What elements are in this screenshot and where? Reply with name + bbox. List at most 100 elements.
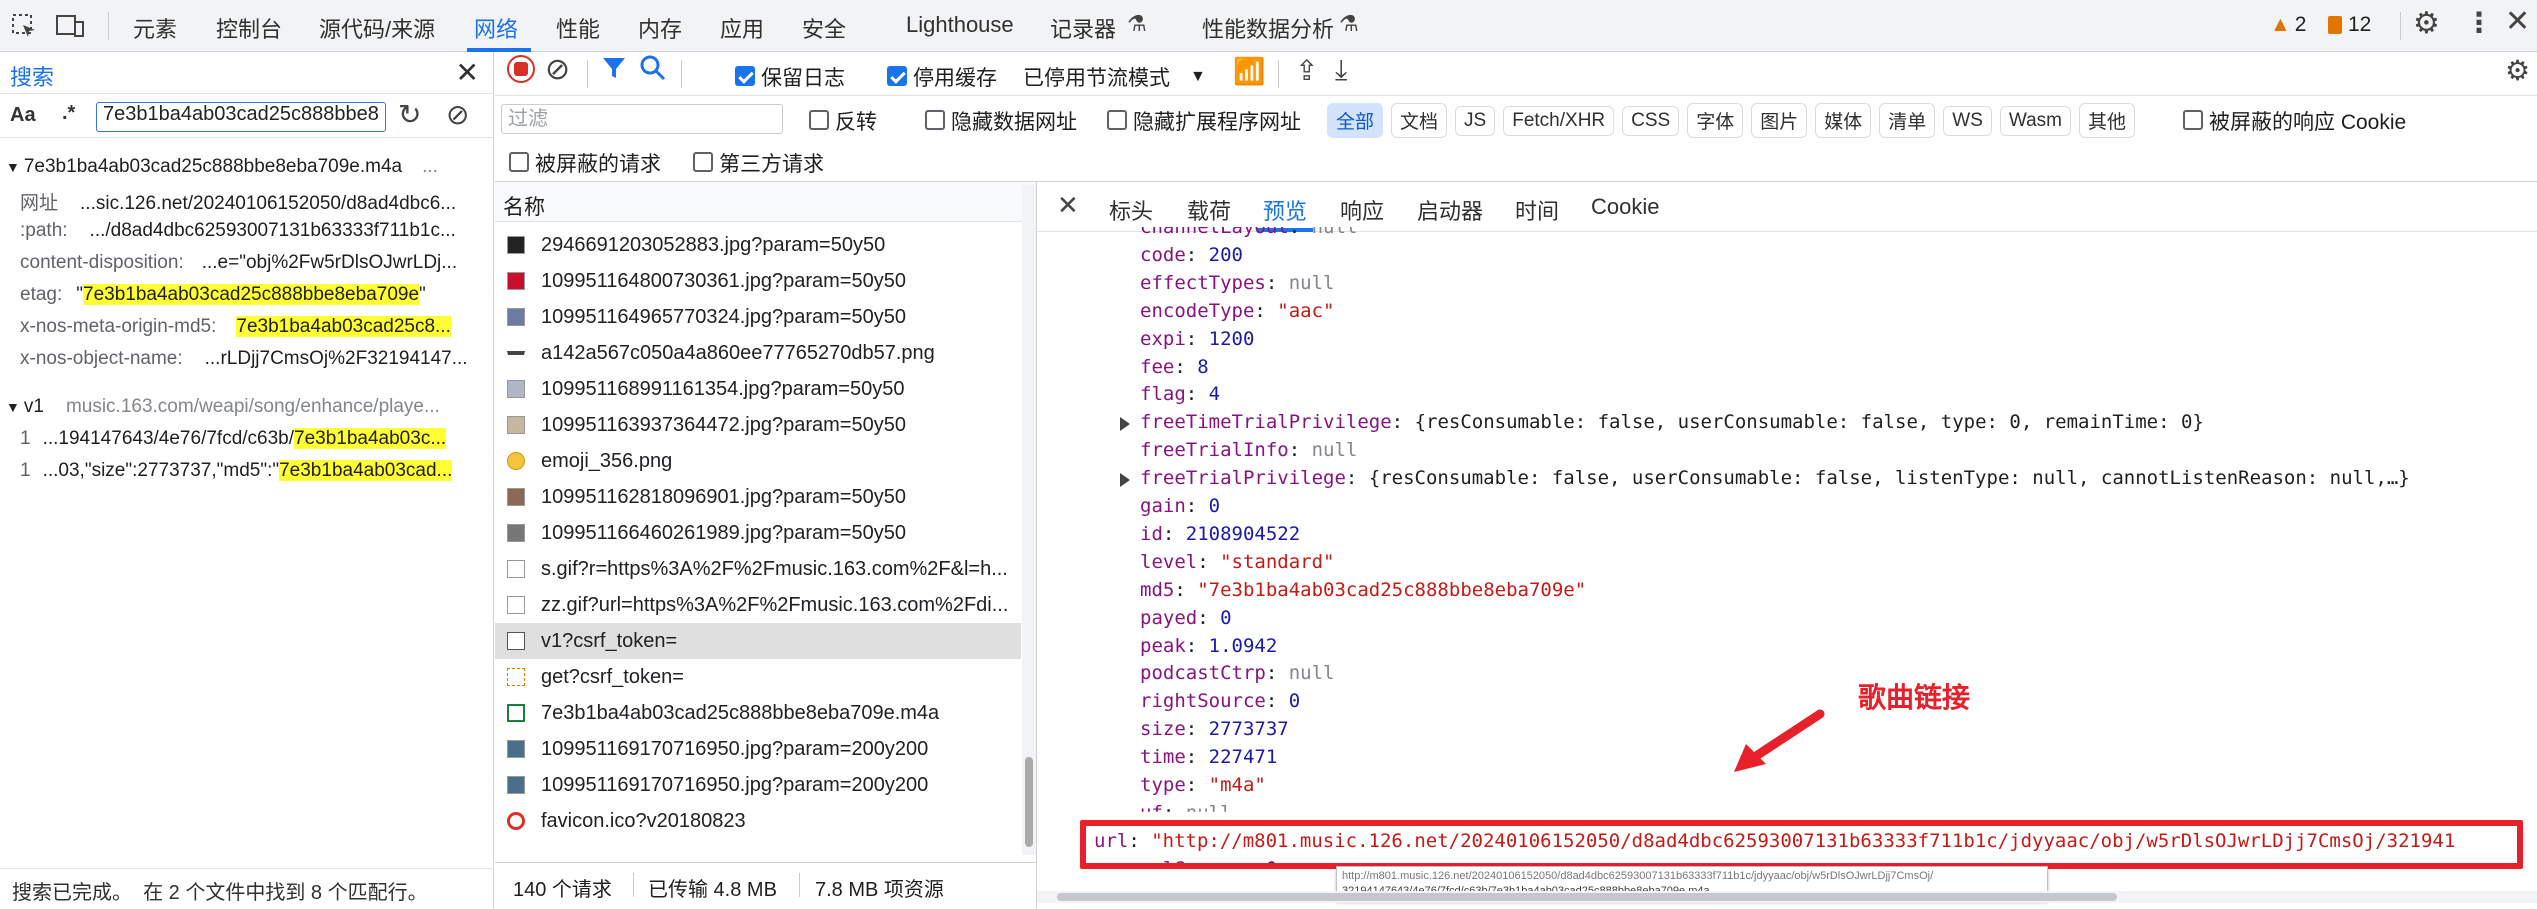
json-property-encodeType[interactable]: encodeType: "aac" xyxy=(1140,300,1334,322)
search-input[interactable]: 7e3b1ba4ab03cad25c888bbe8 xyxy=(96,102,386,132)
tab-sources[interactable]: 源代码/来源 xyxy=(319,12,435,44)
warnings-counter[interactable]: ▲ 2 xyxy=(2270,13,2306,37)
tab-security[interactable]: 安全 xyxy=(802,12,846,44)
blocked-requests-checkbox[interactable]: 被屏蔽的请求 xyxy=(509,148,661,178)
json-property-rightSource[interactable]: rightSource: 0 xyxy=(1140,690,1300,712)
filter-input[interactable]: 过滤 xyxy=(501,104,783,134)
type-filter-other[interactable]: 其他 xyxy=(2079,103,2136,138)
tab-payload[interactable]: 载荷 xyxy=(1187,194,1231,226)
request-row[interactable]: 2946691203052883.jpg?param=50y50 xyxy=(495,227,1021,263)
result-line[interactable]: 1 ...03,"size":2773737,"md5":"7e3b1ba4ab0… xyxy=(0,460,492,492)
invert-checkbox[interactable]: 反转 xyxy=(809,106,877,136)
json-property-id[interactable]: id: 2108904522 xyxy=(1140,523,1300,545)
third-party-checkbox[interactable]: 第三方请求 xyxy=(693,148,824,178)
inspect-element-icon[interactable] xyxy=(8,10,40,42)
json-property-code[interactable]: code: 200 xyxy=(1140,244,1243,266)
clear-log-icon[interactable]: ⊘ xyxy=(545,52,570,87)
throttle-select[interactable]: 已停用节流模式 ▼ xyxy=(1023,62,1206,92)
request-row[interactable]: 7e3b1ba4ab03cad25c888bbe8eba709e.m4a xyxy=(495,695,1021,731)
tab-network[interactable]: 网络 xyxy=(474,12,518,44)
request-row[interactable]: 109951166460261989.jpg?param=50y50 xyxy=(495,515,1021,551)
request-row[interactable]: get?csrf_token= xyxy=(495,659,1021,695)
json-property-podcastCtrp[interactable]: podcastCtrp: null xyxy=(1140,662,1335,684)
json-property-freeTrialInfo[interactable]: freeTrialInfo: null xyxy=(1140,439,1357,461)
tab-performance-insights[interactable]: 性能数据分析 xyxy=(1202,12,1334,44)
close-icon[interactable]: ✕ xyxy=(1057,190,1079,221)
network-settings-icon[interactable]: ⚙ xyxy=(2505,54,2530,87)
json-property-expi[interactable]: expi: 1200 xyxy=(1140,328,1254,350)
close-devtools-icon[interactable]: ✕ xyxy=(2505,4,2530,39)
issues-counter[interactable]: 12 xyxy=(2328,13,2371,37)
json-property-level[interactable]: level: "standard" xyxy=(1140,551,1334,573)
disable-cache-checkbox[interactable]: 停用缓存 xyxy=(887,62,997,92)
clear-icon[interactable]: ⊘ xyxy=(446,98,469,131)
hide-ext-urls-checkbox[interactable]: 隐藏扩展程序网址 xyxy=(1107,106,1301,136)
request-row[interactable]: s.gif?r=https%3A%2F%2Fmusic.163.com%2F&l… xyxy=(495,551,1021,587)
device-toolbar-icon[interactable] xyxy=(54,10,86,42)
json-property-fee[interactable]: fee: 8 xyxy=(1140,356,1209,378)
type-filter-fetch[interactable]: Fetch/XHR xyxy=(1503,105,1615,136)
tab-recorder[interactable]: 记录器 xyxy=(1050,12,1116,44)
json-property-freeTrialPrivilege[interactable]: freeTrialPrivilege: {resConsumable: fals… xyxy=(1140,467,2410,489)
json-property-gain[interactable]: gain: 0 xyxy=(1140,495,1220,517)
tab-performance[interactable]: 性能 xyxy=(556,12,600,44)
tab-headers[interactable]: 标头 xyxy=(1109,194,1153,226)
json-property-flag[interactable]: flag: 4 xyxy=(1140,383,1220,405)
preserve-log-checkbox[interactable]: 保留日志 xyxy=(735,62,845,92)
type-filter-js[interactable]: JS xyxy=(1455,105,1496,136)
tab-lighthouse[interactable]: Lighthouse xyxy=(906,12,1014,38)
request-row[interactable]: 109951169170716950.jpg?param=200y200 xyxy=(495,767,1021,803)
scrollbar-thumb[interactable] xyxy=(1057,893,2117,901)
preview-horizontal-scrollbar[interactable] xyxy=(1037,891,2537,903)
json-property-time[interactable]: time: 227471 xyxy=(1140,746,1277,768)
hide-data-urls-checkbox[interactable]: 隐藏数据网址 xyxy=(925,106,1077,136)
type-filter-css[interactable]: CSS xyxy=(1622,105,1680,136)
more-options-icon[interactable]: ⋮ xyxy=(2465,6,2493,39)
blocked-cookies-checkbox[interactable]: 被屏蔽的响应 Cookie xyxy=(2183,106,2406,136)
json-property-effectTypes[interactable]: effectTypes: null xyxy=(1140,272,1335,294)
tab-application[interactable]: 应用 xyxy=(720,12,764,44)
tab-elements[interactable]: 元素 xyxy=(133,12,177,44)
close-icon[interactable]: ✕ xyxy=(456,56,479,89)
export-har-icon[interactable]: ⤓ xyxy=(1335,54,1347,87)
request-row[interactable]: 109951162818096901.jpg?param=50y50 xyxy=(495,479,1021,515)
type-filter-media[interactable]: 媒体 xyxy=(1815,103,1872,138)
type-filter-ws[interactable]: WS xyxy=(1943,105,1992,136)
tab-preview[interactable]: 预览 xyxy=(1263,194,1307,226)
json-property-size[interactable]: size: 2773737 xyxy=(1140,718,1289,740)
request-row[interactable]: 109951164965770324.jpg?param=50y50 xyxy=(495,299,1021,335)
result-line[interactable]: 网址 ...sic.126.net/20240106152050/d8ad4dbc… xyxy=(0,188,492,220)
tab-response[interactable]: 响应 xyxy=(1340,194,1384,226)
type-filter-manifest[interactable]: 清单 xyxy=(1879,103,1936,138)
expand-triangle-icon[interactable] xyxy=(1120,473,1130,488)
request-row[interactable]: a142a567c050a4a860ee77765270db57.png xyxy=(495,335,1021,371)
tab-memory[interactable]: 内存 xyxy=(638,12,682,44)
match-case-toggle[interactable]: Aa xyxy=(10,104,36,127)
tab-timing[interactable]: 时间 xyxy=(1515,194,1559,226)
request-list-scrollbar[interactable] xyxy=(1022,185,1036,855)
record-icon[interactable] xyxy=(507,55,535,83)
request-row[interactable]: 109951169170716950.jpg?param=200y200 xyxy=(495,731,1021,767)
scrollbar-thumb[interactable] xyxy=(1025,757,1033,847)
type-filter-wasm[interactable]: Wasm xyxy=(1999,105,2072,136)
import-har-icon[interactable]: ⇪ xyxy=(1295,54,1318,87)
json-property-peak[interactable]: peak: 1.0942 xyxy=(1140,635,1277,657)
result-file-group[interactable]: ▼ 7e3b1ba4ab03cad25c888bbe8eba709e.m4a... xyxy=(0,156,492,188)
json-property-md5[interactable]: md5: "7e3b1ba4ab03cad25c888bbe8eba709e" xyxy=(1140,579,1586,601)
request-row[interactable]: 109951164800730361.jpg?param=50y50 xyxy=(495,263,1021,299)
request-row[interactable]: emoji_356.png xyxy=(495,443,1021,479)
tab-cookies[interactable]: Cookie xyxy=(1591,194,1659,220)
result-line[interactable]: etag: "7e3b1ba4ab03cad25c888bbe8eba709e" xyxy=(0,284,492,316)
tab-console[interactable]: 控制台 xyxy=(216,12,282,44)
regex-toggle[interactable]: .* xyxy=(62,102,75,125)
type-filter-img[interactable]: 图片 xyxy=(1751,103,1808,138)
request-row-selected[interactable]: v1?csrf_token= xyxy=(495,623,1021,659)
expand-triangle-icon[interactable] xyxy=(1120,417,1130,432)
gear-icon[interactable]: ⚙ xyxy=(2413,6,2440,41)
request-row[interactable]: 109951163937364472.jpg?param=50y50 xyxy=(495,407,1021,443)
type-filter-font[interactable]: 字体 xyxy=(1687,103,1744,138)
network-conditions-icon[interactable]: 📶 xyxy=(1233,56,1265,87)
json-property-url[interactable]: url: "http://m801.music.126.net/20240106… xyxy=(1094,830,2455,852)
result-line[interactable]: content-disposition: ...e="obj%2Fw5rDlsOJ… xyxy=(0,252,492,284)
result-line[interactable]: :path: .../d8ad4dbc62593007131b63333f711b… xyxy=(0,220,492,252)
